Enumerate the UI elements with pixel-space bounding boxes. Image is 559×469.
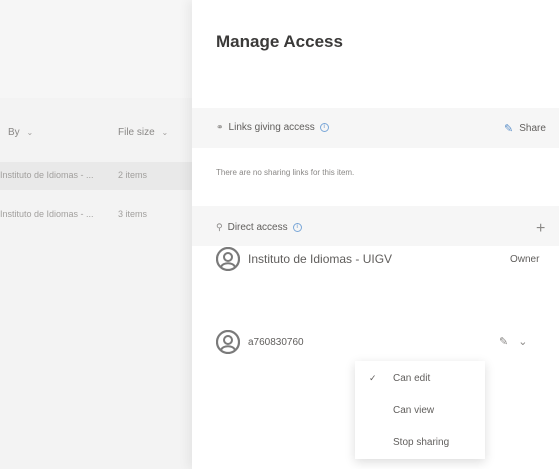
direct-access-label: Direct access (227, 222, 288, 233)
file-size-cell: 3 items (118, 209, 148, 219)
chevron-down-icon: ⌄ (26, 128, 34, 137)
pencil-icon: ✎ (499, 336, 509, 348)
permission-menu: ✓ Can edit Can view Stop sharing (355, 361, 485, 459)
add-people-button[interactable]: + (536, 220, 545, 238)
chevron-down-icon: ⌄ (161, 128, 169, 137)
menu-item-label: Stop sharing (393, 437, 450, 448)
column-header-label: File size (118, 127, 155, 138)
avatar (216, 330, 240, 354)
file-size-cell: 2 items (118, 170, 148, 180)
share-button[interactable]: ✎ Share (504, 122, 546, 135)
menu-item-can-view[interactable]: Can view (355, 395, 485, 425)
person-row-user: a760830760 (216, 330, 304, 354)
checkmark-icon: ✓ (369, 373, 377, 383)
modified-by-cell: Instituto de Idiomas - ... (0, 209, 94, 219)
modified-by-cell: Instituto de Idiomas - ... (0, 170, 94, 180)
column-header-label: By (8, 127, 20, 138)
person-row-owner: Instituto de Idiomas - UIGV (216, 247, 392, 271)
menu-item-can-edit[interactable]: ✓ Can edit (355, 363, 485, 393)
link-icon: ⚭ (216, 122, 224, 132)
share-label: Share (519, 123, 546, 134)
menu-item-stop-sharing[interactable]: Stop sharing (355, 427, 485, 457)
info-icon[interactable]: i (319, 123, 329, 132)
file-row[interactable]: Instituto de Idiomas - ... 2 items (0, 162, 200, 190)
info-icon[interactable]: i (292, 223, 302, 232)
avatar (216, 247, 240, 271)
share-pencil-icon: ✎ (504, 123, 514, 135)
person-name: a760830760 (248, 336, 304, 348)
people-icon: ⚲ (216, 222, 223, 232)
no-links-message: There are no sharing links for this item… (216, 168, 355, 177)
role-label: Owner (510, 254, 540, 265)
file-list-header-area (0, 0, 200, 98)
permission-dropdown[interactable]: ✎ ⌄ (499, 335, 527, 348)
menu-item-label: Can view (393, 405, 435, 416)
column-header-modified-by[interactable]: By ⌄ (8, 127, 33, 138)
direct-access-header: ⚲ Direct access i (216, 222, 302, 233)
person-name: Instituto de Idiomas - UIGV (248, 252, 393, 266)
links-section-header: ⚭ Links giving access i (216, 122, 329, 133)
column-header-file-size[interactable]: File size ⌄ (118, 127, 168, 138)
screen: By ⌄ File size ⌄ Instituto de Idiomas - … (0, 0, 559, 469)
file-row[interactable]: Instituto de Idiomas - ... 3 items (0, 201, 200, 229)
links-section-label: Links giving access (228, 122, 315, 133)
panel-title: Manage Access (216, 32, 343, 51)
menu-item-label: Can edit (393, 373, 431, 384)
file-list: By ⌄ File size ⌄ Instituto de Idiomas - … (0, 0, 200, 469)
chevron-down-icon: ⌄ (518, 336, 528, 348)
